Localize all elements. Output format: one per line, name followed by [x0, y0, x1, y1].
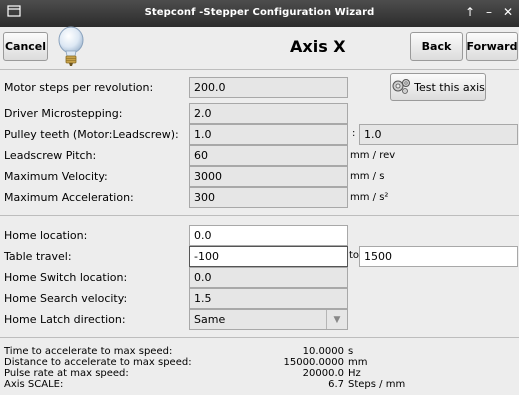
minimize-icon[interactable]: – — [481, 4, 497, 20]
time-accel-unit: s — [348, 346, 354, 357]
home-search-velocity-field[interactable]: 1.5 — [189, 288, 348, 309]
max-accel-unit: mm / s² — [350, 192, 389, 203]
motor-steps-field[interactable]: 200.0 — [189, 77, 348, 98]
home-location-label: Home location: — [4, 229, 88, 242]
forward-button[interactable]: Forward — [466, 32, 518, 61]
motor-home-separator — [0, 215, 519, 216]
max-velocity-label: Maximum Velocity: — [4, 170, 108, 183]
gear-icon — [391, 77, 411, 98]
distance-accel-unit: mm — [348, 357, 368, 368]
close-icon[interactable]: ✕ — [500, 4, 516, 20]
axis-scale-value: 6.7 — [328, 379, 344, 390]
back-button-label: Back — [421, 40, 452, 53]
pulley-leadscrew-field[interactable]: 1.0 — [359, 124, 518, 145]
max-velocity-unit: mm / s — [350, 171, 385, 182]
forward-button-label: Forward — [466, 40, 518, 53]
max-accel-label: Maximum Acceleration: — [4, 191, 134, 204]
distance-accel-value: 15000.0000 — [283, 357, 344, 368]
cancel-button[interactable]: Cancel — [3, 32, 48, 61]
leadscrew-pitch-field[interactable]: 60 — [189, 145, 348, 166]
header-separator — [0, 69, 519, 70]
home-latch-value: Same — [194, 313, 226, 326]
home-stats-separator — [0, 337, 519, 338]
table-travel-to-label: to — [349, 250, 360, 261]
pulley-separator: : — [352, 128, 356, 139]
cancel-button-label: Cancel — [4, 40, 47, 53]
home-switch-label: Home Switch location: — [4, 271, 128, 284]
motor-steps-label: Motor steps per revolution: — [4, 81, 154, 94]
test-axis-button[interactable]: Test this axis — [390, 73, 486, 101]
chevron-down-icon[interactable]: ▼ — [326, 310, 347, 329]
table-travel-from-field[interactable]: -100 — [189, 246, 348, 267]
home-latch-select[interactable]: Same ▼ — [189, 309, 348, 330]
max-accel-field[interactable]: 300 — [189, 187, 348, 208]
window-title: Stepconf -Stepper Configuration Wizard — [144, 7, 375, 18]
axis-scale-unit: Steps / mm — [348, 379, 406, 390]
home-switch-field[interactable]: 0.0 — [189, 267, 348, 288]
test-axis-label: Test this axis — [414, 80, 485, 94]
distance-accel-label: Distance to accelerate to max speed: — [4, 357, 192, 368]
home-latch-label: Home Latch direction: — [4, 313, 126, 326]
leadscrew-pitch-unit: mm / rev — [350, 150, 396, 161]
time-accel-label: Time to accelerate to max speed: — [4, 346, 173, 357]
window-titlebar: Stepconf -Stepper Configuration Wizard ↑… — [0, 0, 519, 27]
table-travel-label: Table travel: — [4, 250, 72, 263]
home-search-velocity-label: Home Search velocity: — [4, 292, 128, 305]
pulse-rate-unit: Hz — [348, 368, 361, 379]
pulse-rate-value: 20000.0 — [302, 368, 344, 379]
pulley-motor-field[interactable]: 1.0 — [189, 124, 348, 145]
pulley-label: Pulley teeth (Motor:Leadscrew): — [4, 128, 179, 141]
microstepping-field[interactable]: 2.0 — [189, 103, 348, 124]
microstepping-label: Driver Microstepping: — [4, 107, 123, 120]
axis-scale-label: Axis SCALE: — [4, 379, 64, 390]
leadscrew-pitch-label: Leadscrew Pitch: — [4, 149, 97, 162]
back-button[interactable]: Back — [410, 32, 463, 61]
pulse-rate-label: Pulse rate at max speed: — [4, 368, 129, 379]
page-title: Axis X — [290, 37, 346, 56]
maximize-icon[interactable]: ↑ — [462, 4, 478, 20]
max-velocity-field[interactable]: 3000 — [189, 166, 348, 187]
time-accel-value: 10.0000 — [302, 346, 344, 357]
lightbulb-icon — [54, 25, 88, 69]
home-location-field[interactable]: 0.0 — [189, 225, 348, 246]
table-travel-to-field[interactable]: 1500 — [359, 246, 518, 267]
